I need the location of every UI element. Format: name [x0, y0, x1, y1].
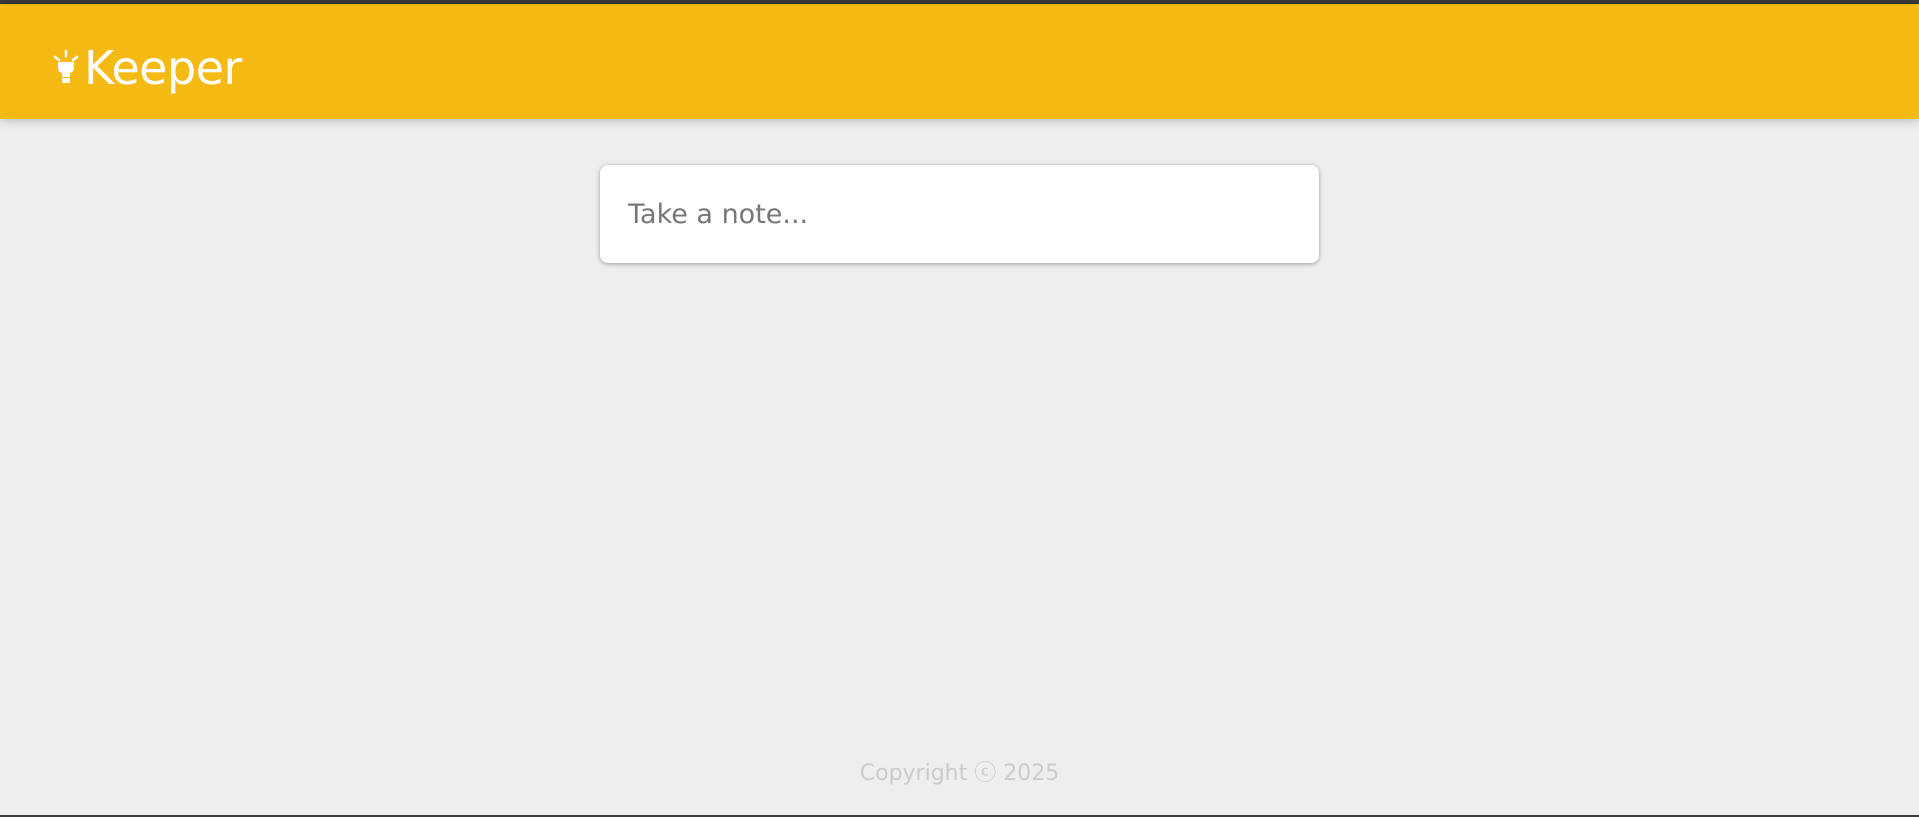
app-title: Keeper	[84, 41, 242, 95]
app-header: Keeper	[0, 4, 1919, 119]
create-note-form	[600, 165, 1319, 263]
app-brand: Keeper	[52, 40, 242, 96]
lightbulb-icon	[52, 48, 80, 88]
page-footer: Copyright ⓒ 2025	[0, 755, 1919, 787]
note-title-input[interactable]	[628, 198, 1291, 230]
copyright-text: Copyright ⓒ 2025	[859, 761, 1060, 786]
